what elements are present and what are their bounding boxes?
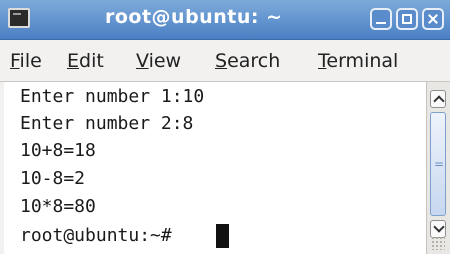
scroll-up-icon[interactable] <box>430 90 446 108</box>
menu-file[interactable]: File <box>10 50 42 72</box>
title-bar[interactable]: root@ubuntu: ~ <box>0 0 450 40</box>
scroll-thumb[interactable] <box>430 112 446 216</box>
text-cursor <box>216 224 229 248</box>
close-icon[interactable] <box>422 8 444 30</box>
prompt-line: root@ubuntu:~# <box>20 225 172 246</box>
terminal-output[interactable]: Enter number 1:10 Enter number 2:8 10+8=… <box>4 82 426 254</box>
terminal-line: 10+8=18 <box>20 140 96 161</box>
terminal-app-icon[interactable] <box>8 8 30 28</box>
window-title: root@ubuntu: ~ <box>105 6 283 28</box>
menu-terminal[interactable]: Terminal <box>318 50 398 72</box>
terminal-line: 10-8=2 <box>20 168 86 189</box>
menu-bar: File Edit View Search Terminal <box>0 42 450 82</box>
maximize-icon[interactable] <box>396 8 418 30</box>
terminal-line: Enter number 2:8 <box>20 113 194 134</box>
terminal-window: root@ubuntu: ~ File Edit View Search Ter… <box>0 0 450 254</box>
terminal-line: 10*8=80 <box>20 196 96 217</box>
menu-view[interactable]: View <box>136 50 181 72</box>
menu-edit[interactable]: Edit <box>67 50 104 72</box>
resize-grip-icon[interactable] <box>431 236 445 250</box>
minimize-icon[interactable] <box>370 8 392 30</box>
menu-search[interactable]: Search <box>215 50 280 72</box>
terminal-line: Enter number 1:10 <box>20 86 205 107</box>
vertical-scrollbar[interactable] <box>426 82 450 254</box>
